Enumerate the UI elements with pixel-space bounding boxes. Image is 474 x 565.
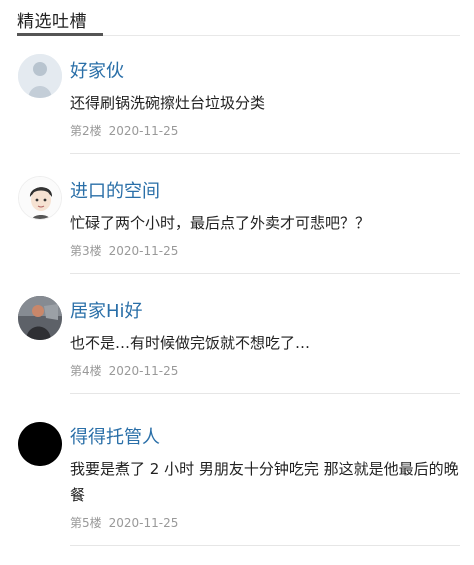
comment-content: 还得刷锅洗碗擦灶台垃圾分类 xyxy=(70,94,266,112)
comment-list: 好家伙 还得刷锅洗碗擦灶台垃圾分类 第2楼 2020-11-25 进口的空间 忙碌… xyxy=(0,52,474,546)
comment-item: 居家Hi好 也不是…有时候做完饭就不想吃了… 第4楼 2020-11-25 xyxy=(0,294,474,394)
person-photo-icon xyxy=(18,296,62,340)
section-header: 精选吐槽 xyxy=(0,0,474,38)
avatar[interactable] xyxy=(18,296,62,340)
comment-meta: 第4楼 2020-11-25 xyxy=(70,363,460,379)
comment-username[interactable]: 居家Hi好 xyxy=(70,294,460,324)
comment-meta: 第2楼 2020-11-25 xyxy=(70,123,460,139)
comment-item: 好家伙 还得刷锅洗碗擦灶台垃圾分类 第2楼 2020-11-25 xyxy=(0,52,474,154)
cartoon-boy-icon xyxy=(19,177,61,219)
avatar[interactable] xyxy=(18,54,62,98)
comment-floor: 第3楼 xyxy=(70,244,102,258)
comment-meta: 第5楼 2020-11-25 xyxy=(70,515,460,531)
section-title: 精选吐槽 xyxy=(17,12,87,32)
comment-date: 2020-11-25 xyxy=(108,244,179,258)
comment-item: 进口的空间 忙碌了两个小时，最后点了外卖才可悲吧？？ 第3楼 2020-11-25 xyxy=(0,174,474,274)
comment-divider xyxy=(70,153,460,154)
comment-divider xyxy=(70,393,460,394)
comment-divider xyxy=(70,545,460,546)
comment-username[interactable]: 进口的空间 xyxy=(70,174,460,204)
comment-date: 2020-11-25 xyxy=(108,516,179,530)
comment-meta: 第3楼 2020-11-25 xyxy=(70,243,460,259)
comment-floor: 第5楼 xyxy=(70,516,102,530)
comment-content: 也不是…有时候做完饭就不想吃了… xyxy=(70,334,311,352)
person-silhouette-icon xyxy=(18,54,62,98)
avatar[interactable] xyxy=(18,176,62,220)
comment-item: 得得托管人 我要是煮了 2 小时 男朋友十分钟吃完 那这就是他最后的晚餐 第5楼… xyxy=(0,420,474,546)
black-circle-icon xyxy=(18,422,62,466)
comment-date: 2020-11-25 xyxy=(108,124,179,138)
comment-divider xyxy=(70,273,460,274)
comment-floor: 第2楼 xyxy=(70,124,102,138)
comment-content: 忙碌了两个小时，最后点了外卖才可悲吧？？ xyxy=(70,214,371,232)
comment-date: 2020-11-25 xyxy=(108,364,179,378)
avatar[interactable] xyxy=(18,422,62,466)
title-underline xyxy=(17,33,103,36)
comment-username[interactable]: 好家伙 xyxy=(70,52,460,84)
comment-content: 我要是煮了 2 小时 男朋友十分钟吃完 那这就是他最后的晚餐 xyxy=(70,460,459,504)
comment-username[interactable]: 得得托管人 xyxy=(70,420,460,450)
comment-floor: 第4楼 xyxy=(70,364,102,378)
